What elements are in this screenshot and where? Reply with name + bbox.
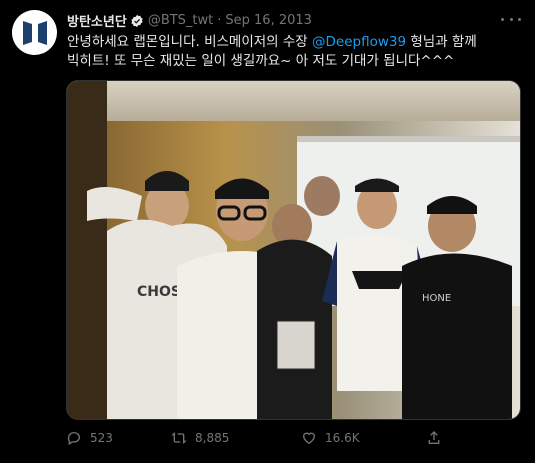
display-name[interactable]: 방탄소년단 — [67, 11, 127, 30]
retweet-icon — [171, 432, 187, 444]
separator-dot: · — [217, 13, 222, 28]
retweet-button[interactable]: 8,885 — [171, 430, 301, 446]
tweet-photo[interactable]: CHOS HONE — [66, 80, 521, 420]
share-button[interactable] — [426, 430, 456, 446]
reply-button[interactable]: 523 — [66, 430, 171, 446]
share-icon — [428, 431, 440, 444]
tweet-date[interactable]: Sep 16, 2013 — [225, 13, 312, 28]
mention-link[interactable]: @Deepflow39 — [312, 34, 406, 50]
handle[interactable]: @BTS_twt — [148, 13, 213, 28]
svg-text:CHOS: CHOS — [137, 284, 181, 300]
tweet-text: 안녕하세요 랩몬입니다. 비스메이저의 수장 @Deepflow39 형님과 함… — [67, 33, 507, 71]
tweet[interactable]: 방탄소년단 @BTS_twt · Sep 16, 2013 안녕하세요 랩몬입니… — [0, 0, 535, 463]
bts-logo-icon — [22, 20, 47, 45]
avatar[interactable] — [12, 10, 57, 55]
tweet-text-part-1: 안녕하세요 랩몬입니다. 비스메이저의 수장 — [67, 34, 313, 50]
svg-text:HONE: HONE — [422, 293, 451, 304]
heart-icon — [302, 432, 316, 445]
like-button[interactable]: 16.6K — [301, 430, 426, 446]
group-photo-image: CHOS HONE — [67, 81, 520, 419]
reply-icon — [67, 432, 80, 446]
more-horizontal-icon[interactable] — [501, 12, 521, 26]
like-count: 16.6K — [325, 431, 360, 445]
tweet-header: 방탄소년단 @BTS_twt · Sep 16, 2013 — [67, 11, 495, 30]
verified-badge-icon — [130, 14, 144, 28]
retweet-count: 8,885 — [195, 431, 230, 445]
reply-count: 523 — [90, 431, 113, 445]
tweet-actions: 523 8,885 16.6K — [66, 430, 456, 446]
